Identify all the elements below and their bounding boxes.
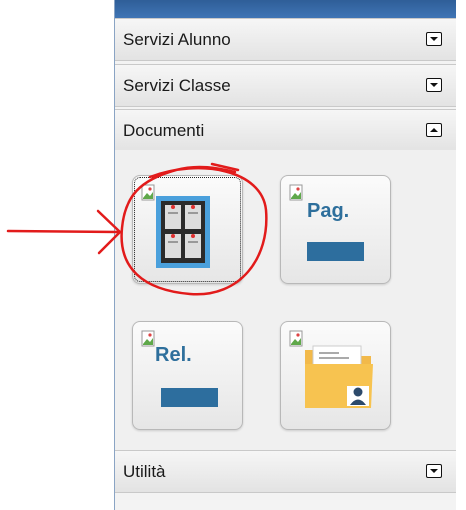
pag-tile-button[interactable]: Pag. <box>280 175 391 284</box>
expand-toggle-icon[interactable] <box>426 78 442 92</box>
expand-toggle-icon[interactable] <box>426 32 442 46</box>
rel-tile-button[interactable]: Rel. <box>132 321 243 430</box>
rel-label: Rel. <box>155 344 192 366</box>
section-header-servizi-classe[interactable]: Servizi Classe <box>115 64 456 107</box>
section-label: Documenti <box>123 121 205 140</box>
bacheca-tile-button[interactable] <box>132 175 243 284</box>
bulletin-board-icon <box>156 196 210 268</box>
folder-user-icon <box>305 345 373 408</box>
collapse-toggle-icon[interactable] <box>426 123 442 137</box>
folder-user-tile-button[interactable] <box>280 321 391 430</box>
section-label: Servizi Classe <box>123 76 231 95</box>
documenti-content: Pag. Rel. <box>115 150 456 454</box>
section-header-servizi-alunno[interactable]: Servizi Alunno <box>115 18 456 61</box>
top-bar <box>115 0 456 18</box>
red-arrow-line-icon <box>6 229 120 234</box>
expand-toggle-icon[interactable] <box>426 464 442 478</box>
rel-bar <box>161 388 218 407</box>
section-header-documenti[interactable]: Documenti <box>115 109 456 152</box>
side-menu-panel: Servizi Alunno Servizi Classe Documenti <box>114 0 456 510</box>
section-header-utilita[interactable]: Utilità <box>115 450 456 493</box>
pag-bar <box>307 242 364 261</box>
pag-label: Pag. <box>307 200 350 222</box>
broken-image-icon <box>289 184 303 201</box>
section-label: Servizi Alunno <box>123 30 231 49</box>
section-label: Utilità <box>123 462 166 481</box>
